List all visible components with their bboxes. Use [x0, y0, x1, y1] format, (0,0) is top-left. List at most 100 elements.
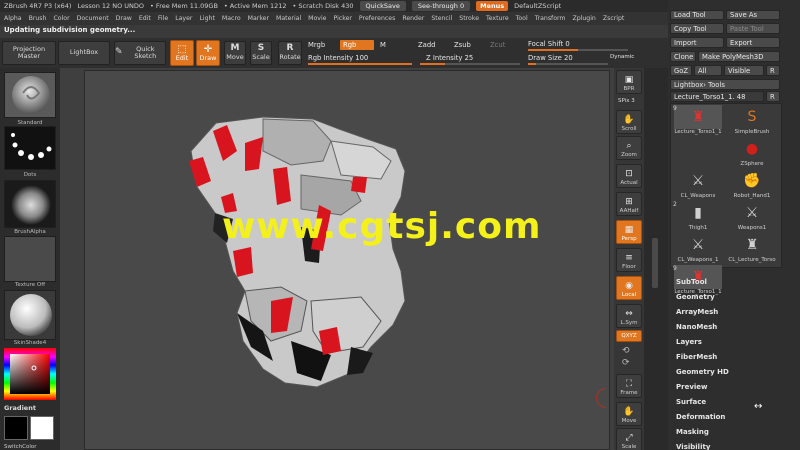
rgb-toggle[interactable]: Rgb [340, 40, 374, 50]
quick-sketch-button[interactable]: ✎ Quick Sketch [114, 41, 166, 65]
switch-color-button[interactable]: SwitchColor [4, 444, 37, 450]
submenu-surface[interactable]: Surface [676, 398, 706, 406]
menu-transform[interactable]: Transform [535, 15, 566, 22]
secondary-color-swatch[interactable] [30, 416, 54, 440]
menu-tool[interactable]: Tool [516, 15, 528, 22]
paste-tool-button[interactable]: Paste Tool [726, 23, 780, 34]
submenu-subtool[interactable]: SubTool [676, 278, 707, 286]
export-button[interactable]: Export [726, 37, 780, 48]
dynamic-toggle[interactable]: Dynamic [610, 54, 634, 60]
goz-all-button[interactable]: All [694, 65, 722, 76]
submenu-geometry-hd[interactable]: Geometry HD [676, 368, 729, 376]
tool-thumbnail[interactable]: S SimpleBrush [726, 105, 778, 141]
zoom-button[interactable]: ⌕ Zoom [616, 136, 642, 160]
alpha-thumbnail[interactable] [4, 180, 56, 228]
menu-macro[interactable]: Macro [222, 15, 241, 22]
submenu-layers[interactable]: Layers [676, 338, 702, 346]
local-button[interactable]: ◉ Local [616, 276, 642, 300]
zadd-toggle[interactable]: Zadd [418, 41, 435, 49]
current-tool-slider[interactable]: Lecture_Torso1_1. 48 [670, 91, 764, 102]
lightbox-tools-button[interactable]: Lightbox› Tools [670, 79, 780, 90]
scroll-button[interactable]: ✋ Scroll [616, 110, 642, 134]
menu-alpha[interactable]: Alpha [4, 15, 22, 22]
frame-button[interactable]: ⛶ Frame [616, 374, 642, 398]
lightbox-button[interactable]: LightBox [58, 41, 110, 65]
draw-button[interactable]: ✛ Draw [196, 40, 220, 66]
menu-stroke[interactable]: Stroke [459, 15, 479, 22]
import-button[interactable]: Import [670, 37, 724, 48]
move-view-button[interactable]: ✋ Move [616, 402, 642, 426]
z-intensity-slider[interactable] [420, 63, 520, 65]
load-tool-button[interactable]: Load Tool [670, 10, 724, 20]
tool-thumbnail[interactable]: ● ZSphere [726, 137, 778, 173]
goz-button[interactable]: GoZ [670, 65, 692, 76]
goz-r-button[interactable]: R [766, 65, 780, 76]
persp-button[interactable]: ▦ Persp [616, 220, 642, 244]
tool-thumbnail[interactable]: ♜ Lecture_Torso1_1 9 [672, 105, 724, 141]
submenu-geometry[interactable]: Geometry [676, 293, 715, 301]
brush-thumbnail[interactable] [4, 72, 56, 118]
xyz-button[interactable]: QXYZ [616, 330, 642, 342]
aahalf-button[interactable]: ⊞ AAHalf [616, 192, 642, 216]
tool-thumbnail[interactable]: ⚔ CL_Weapons_1 [672, 233, 724, 269]
mrgb-toggle[interactable]: Mrgb [308, 41, 325, 49]
tool-thumbnail[interactable]: ⚔ Weapons1 [726, 201, 778, 237]
menu-edit[interactable]: Edit [139, 15, 151, 22]
menu-preferences[interactable]: Preferences [359, 15, 395, 22]
menu-texture[interactable]: Texture [486, 15, 509, 22]
menu-render[interactable]: Render [402, 15, 424, 22]
stroke-thumbnail[interactable] [4, 126, 56, 170]
projection-master-button[interactable]: Projection Master [2, 41, 56, 65]
current-tool-r-button[interactable]: R [766, 91, 780, 102]
menu-movie[interactable]: Movie [308, 15, 326, 22]
clone-button[interactable]: Clone [670, 51, 696, 62]
menu-brush[interactable]: Brush [29, 15, 47, 22]
m-toggle[interactable]: M [380, 41, 386, 49]
menu-picker[interactable]: Picker [333, 15, 351, 22]
move-button[interactable]: M Move [224, 41, 246, 65]
tool-thumbnail[interactable] [672, 137, 724, 173]
menu-file[interactable]: File [158, 15, 168, 22]
edit-button[interactable]: ⬚ Edit [170, 40, 194, 66]
lsym-button[interactable]: ⇔ L.Sym [616, 304, 642, 328]
texture-thumbnail[interactable] [4, 236, 56, 282]
draw-size-slider[interactable] [528, 63, 608, 65]
menu-draw[interactable]: Draw [116, 15, 132, 22]
bpr-button[interactable]: ▣ BPR [616, 70, 642, 94]
tool-thumbnail[interactable]: ⚔ CL_Weapons [672, 169, 724, 205]
menus-button[interactable]: Menus [476, 1, 509, 11]
zsub-toggle[interactable]: Zsub [454, 41, 471, 49]
menu-stencil[interactable]: Stencil [431, 15, 452, 22]
default-zscript-button[interactable]: DefaultZScript [514, 2, 561, 10]
tool-thumbnail[interactable]: ✊ Robot_Hand1 [726, 169, 778, 205]
rotate-button[interactable]: R Rotate [278, 41, 302, 65]
submenu-visibility[interactable]: Visibility [676, 443, 710, 450]
menu-layer[interactable]: Layer [175, 15, 192, 22]
quicksave-button[interactable]: QuickSave [359, 1, 406, 11]
zcut-toggle[interactable]: Zcut [490, 41, 505, 49]
rgb-intensity-slider[interactable] [308, 63, 412, 65]
tool-thumbnail[interactable]: ▮ Thigh1 2 [672, 201, 724, 237]
menu-material[interactable]: Material [276, 15, 301, 22]
panel-scrollbar[interactable] [652, 238, 658, 288]
goz-visible-button[interactable]: Visible [724, 65, 764, 76]
menu-marker[interactable]: Marker [248, 15, 269, 22]
tool-thumbnail[interactable]: ♜ CL_Lecture_Torso [726, 233, 778, 269]
see-through-slider[interactable]: See-through 0 [411, 1, 471, 11]
document-canvas[interactable] [84, 70, 610, 450]
scale-button[interactable]: S Scale [250, 41, 272, 65]
spix-slider[interactable]: SPix 3 [618, 98, 635, 104]
color-picker[interactable] [4, 348, 56, 400]
rotate-z-icon[interactable]: ⟳ [622, 358, 630, 368]
save-as-button[interactable]: Save As [726, 10, 780, 20]
rotate-y-icon[interactable]: ⟲ [622, 346, 630, 356]
floor-button[interactable]: ≡ Floor [616, 248, 642, 272]
submenu-masking[interactable]: Masking [676, 428, 709, 436]
menu-zplugin[interactable]: Zplugin [572, 15, 595, 22]
menu-light[interactable]: Light [199, 15, 214, 22]
copy-tool-button[interactable]: Copy Tool [670, 23, 724, 34]
primary-color-swatch[interactable] [4, 416, 28, 440]
submenu-arraymesh[interactable]: ArrayMesh [676, 308, 718, 316]
menu-zscript[interactable]: Zscript [603, 15, 624, 22]
make-polymesh-button[interactable]: Make PolyMesh3D [698, 51, 780, 62]
